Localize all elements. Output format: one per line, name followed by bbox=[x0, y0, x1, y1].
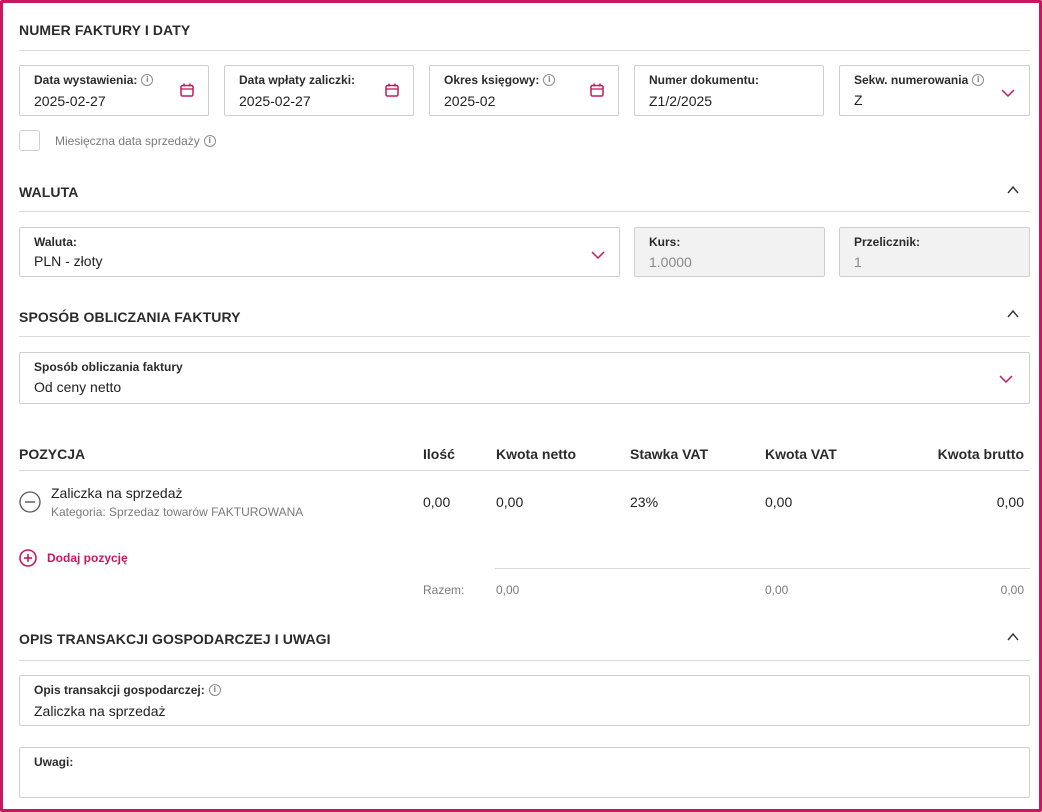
accounting-period-field[interactable]: Okres księgowy: i 2025-02 bbox=[429, 65, 619, 116]
transaction-description-label: Opis transakcji gospodarczej: bbox=[34, 683, 205, 697]
position-net[interactable]: 0,00 bbox=[496, 494, 523, 510]
section-title-currency: WALUTA bbox=[19, 184, 79, 200]
chevron-up-icon[interactable] bbox=[1006, 630, 1020, 644]
transaction-description-field[interactable]: Opis transakcji gospodarczej: i Zaliczka … bbox=[19, 675, 1030, 726]
column-header-gross: Kwota brutto bbox=[937, 446, 1024, 462]
totals-divider bbox=[495, 568, 1030, 569]
document-number-value[interactable]: Z1/2/2025 bbox=[649, 93, 712, 109]
issue-date-value[interactable]: 2025-02-27 bbox=[34, 93, 106, 109]
calculation-method-value: Od ceny netto bbox=[34, 379, 122, 395]
advance-payment-date-field[interactable]: Data wpłaty zaliczki: 2025-02-27 bbox=[224, 65, 414, 116]
notes-field[interactable]: Uwagi: bbox=[19, 747, 1030, 798]
chevron-down-icon[interactable] bbox=[591, 250, 605, 260]
column-header-position: POZYCJA bbox=[19, 446, 86, 462]
exchange-rate-field: Kurs: 1.0000 bbox=[634, 227, 825, 277]
position-quantity[interactable]: 0,00 bbox=[423, 494, 450, 510]
section-title-calculation: SPOSÓB OBLICZANIA FAKTURY bbox=[19, 309, 241, 325]
divider bbox=[19, 336, 1030, 337]
chevron-up-icon[interactable] bbox=[1006, 183, 1020, 197]
numbering-sequence-label: Sekw. numerowania bbox=[854, 73, 969, 87]
chevron-up-icon[interactable] bbox=[1006, 307, 1020, 321]
accounting-period-value[interactable]: 2025-02 bbox=[444, 93, 495, 109]
converter-field: Przelicznik: 1 bbox=[839, 227, 1030, 277]
add-position-label: Dodaj pozycję bbox=[47, 551, 128, 565]
info-icon[interactable]: i bbox=[543, 74, 556, 86]
position-gross: 0,00 bbox=[996, 494, 1024, 510]
remove-position-icon[interactable] bbox=[19, 491, 41, 513]
position-category: Kategoria: Sprzedaz towarów FAKTUROWANA bbox=[51, 505, 304, 519]
totals-label: Razem: bbox=[423, 583, 465, 597]
column-header-vat: Kwota VAT bbox=[765, 446, 837, 462]
numbering-sequence-value: Z bbox=[854, 92, 863, 108]
divider bbox=[19, 660, 1030, 661]
converter-label: Przelicznik: bbox=[854, 235, 921, 249]
divider bbox=[19, 211, 1030, 212]
section-title-description: OPIS TRANSAKCJI GOSPODARCZEJ I UWAGI bbox=[19, 631, 331, 647]
converter-value: 1 bbox=[854, 254, 862, 270]
exchange-rate-label: Kurs: bbox=[649, 235, 681, 249]
column-header-quantity: Ilość bbox=[423, 446, 455, 462]
currency-label: Waluta: bbox=[34, 235, 77, 249]
calculation-method-label: Sposób obliczania faktury bbox=[34, 360, 183, 374]
totals-vat: 0,00 bbox=[765, 583, 789, 597]
column-header-vat-rate: Stawka VAT bbox=[630, 446, 709, 462]
position-vat-rate[interactable]: 23% bbox=[630, 494, 658, 510]
notes-label: Uwagi: bbox=[34, 755, 74, 769]
advance-payment-date-label: Data wpłaty zaliczki: bbox=[239, 73, 356, 87]
currency-select[interactable]: Waluta: PLN - złoty bbox=[19, 227, 620, 277]
calendar-icon[interactable] bbox=[385, 83, 399, 97]
transaction-description-value[interactable]: Zaliczka na sprzedaż bbox=[34, 703, 166, 719]
chevron-down-icon[interactable] bbox=[999, 374, 1013, 384]
monthly-sale-date-checkbox[interactable] bbox=[19, 130, 40, 151]
column-header-net: Kwota netto bbox=[496, 446, 577, 462]
section-title-dates: NUMER FAKTURY I DATY bbox=[19, 22, 191, 38]
totals-net: 0,00 bbox=[496, 583, 520, 597]
invoice-form: NUMER FAKTURY I DATY Data wystawienia: i … bbox=[0, 0, 1042, 812]
divider bbox=[19, 50, 1030, 51]
numbering-sequence-select[interactable]: Sekw. numerowania i Z bbox=[839, 65, 1030, 116]
info-icon[interactable]: i bbox=[141, 74, 154, 86]
add-position-button[interactable]: Dodaj pozycję bbox=[19, 549, 128, 567]
document-number-field[interactable]: Numer dokumentu: Z1/2/2025 bbox=[634, 65, 824, 116]
calculation-method-select[interactable]: Sposób obliczania faktury Od ceny netto bbox=[19, 352, 1030, 404]
position-vat: 0,00 bbox=[765, 494, 793, 510]
accounting-period-label: Okres księgowy: bbox=[444, 73, 540, 87]
chevron-down-icon[interactable] bbox=[1001, 88, 1015, 98]
info-icon[interactable]: i bbox=[203, 135, 216, 147]
info-icon[interactable]: i bbox=[972, 74, 985, 86]
advance-payment-date-value[interactable]: 2025-02-27 bbox=[239, 93, 311, 109]
issue-date-label: Data wystawienia: bbox=[34, 73, 138, 87]
calendar-icon[interactable] bbox=[180, 83, 194, 97]
issue-date-field[interactable]: Data wystawienia: i 2025-02-27 bbox=[19, 65, 209, 116]
totals-gross: 0,00 bbox=[1000, 583, 1024, 597]
exchange-rate-value: 1.0000 bbox=[649, 254, 692, 270]
currency-value: PLN - złoty bbox=[34, 253, 103, 269]
document-number-label: Numer dokumentu: bbox=[649, 73, 760, 87]
divider bbox=[19, 470, 1030, 471]
position-name[interactable]: Zaliczka na sprzedaż bbox=[51, 485, 183, 501]
calendar-icon[interactable] bbox=[590, 83, 604, 97]
monthly-sale-date-label: Miesięczna data sprzedaży bbox=[55, 134, 200, 148]
plus-circle-icon bbox=[19, 549, 37, 567]
info-icon[interactable]: i bbox=[208, 684, 221, 696]
